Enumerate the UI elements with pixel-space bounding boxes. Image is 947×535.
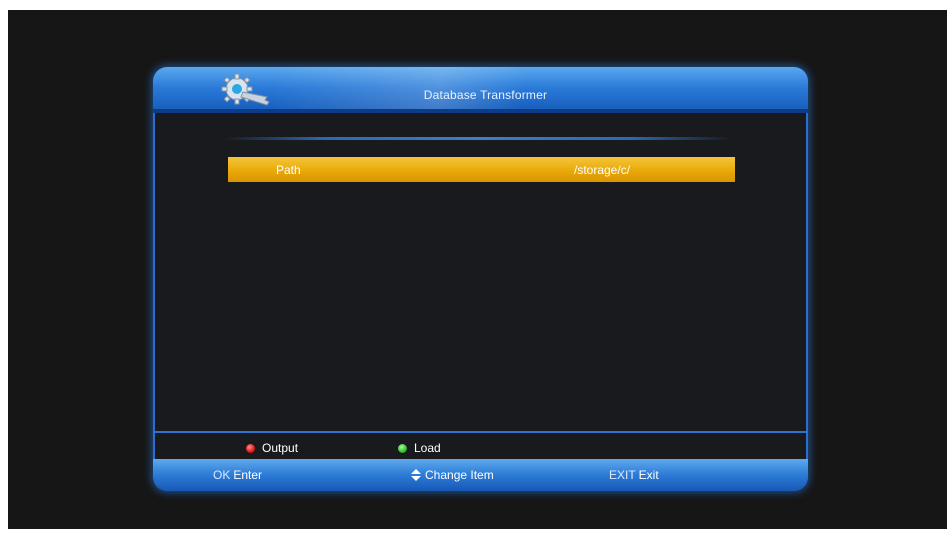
dialog-title: Database Transformer xyxy=(423,88,548,102)
load-label: Load xyxy=(414,441,441,455)
change-item-hint[interactable]: Change Item xyxy=(411,468,494,482)
output-key[interactable]: Output xyxy=(246,440,298,456)
title-bar: Database Transformer xyxy=(153,67,808,113)
load-key[interactable]: Load xyxy=(398,440,441,456)
menu-item-label: Path xyxy=(276,162,301,177)
red-dot-icon xyxy=(246,443,255,453)
ok-key-label: OK xyxy=(213,468,231,482)
enter-label: Enter xyxy=(233,468,263,482)
green-dot-icon xyxy=(398,443,407,453)
exit-key-label: EXIT xyxy=(609,468,636,482)
footer-bar: OK Enter Change Item EXIT Exit xyxy=(153,459,808,491)
header-divider xyxy=(223,137,733,140)
footer-divider xyxy=(153,431,808,433)
menu-item-value: /storage/c/ xyxy=(574,162,631,177)
database-transformer-dialog: Database Transformer Path /storage/c/ Ou… xyxy=(153,67,808,491)
ok-enter-hint[interactable]: OK Enter xyxy=(213,468,262,482)
exit-hint[interactable]: EXIT Exit xyxy=(609,468,659,482)
up-down-arrow-icon xyxy=(411,469,421,481)
output-label: Output xyxy=(262,441,299,455)
change-item-label: Change Item xyxy=(425,468,494,482)
menu-item-path[interactable]: Path /storage/c/ xyxy=(228,157,735,182)
exit-label: Exit xyxy=(638,468,659,482)
